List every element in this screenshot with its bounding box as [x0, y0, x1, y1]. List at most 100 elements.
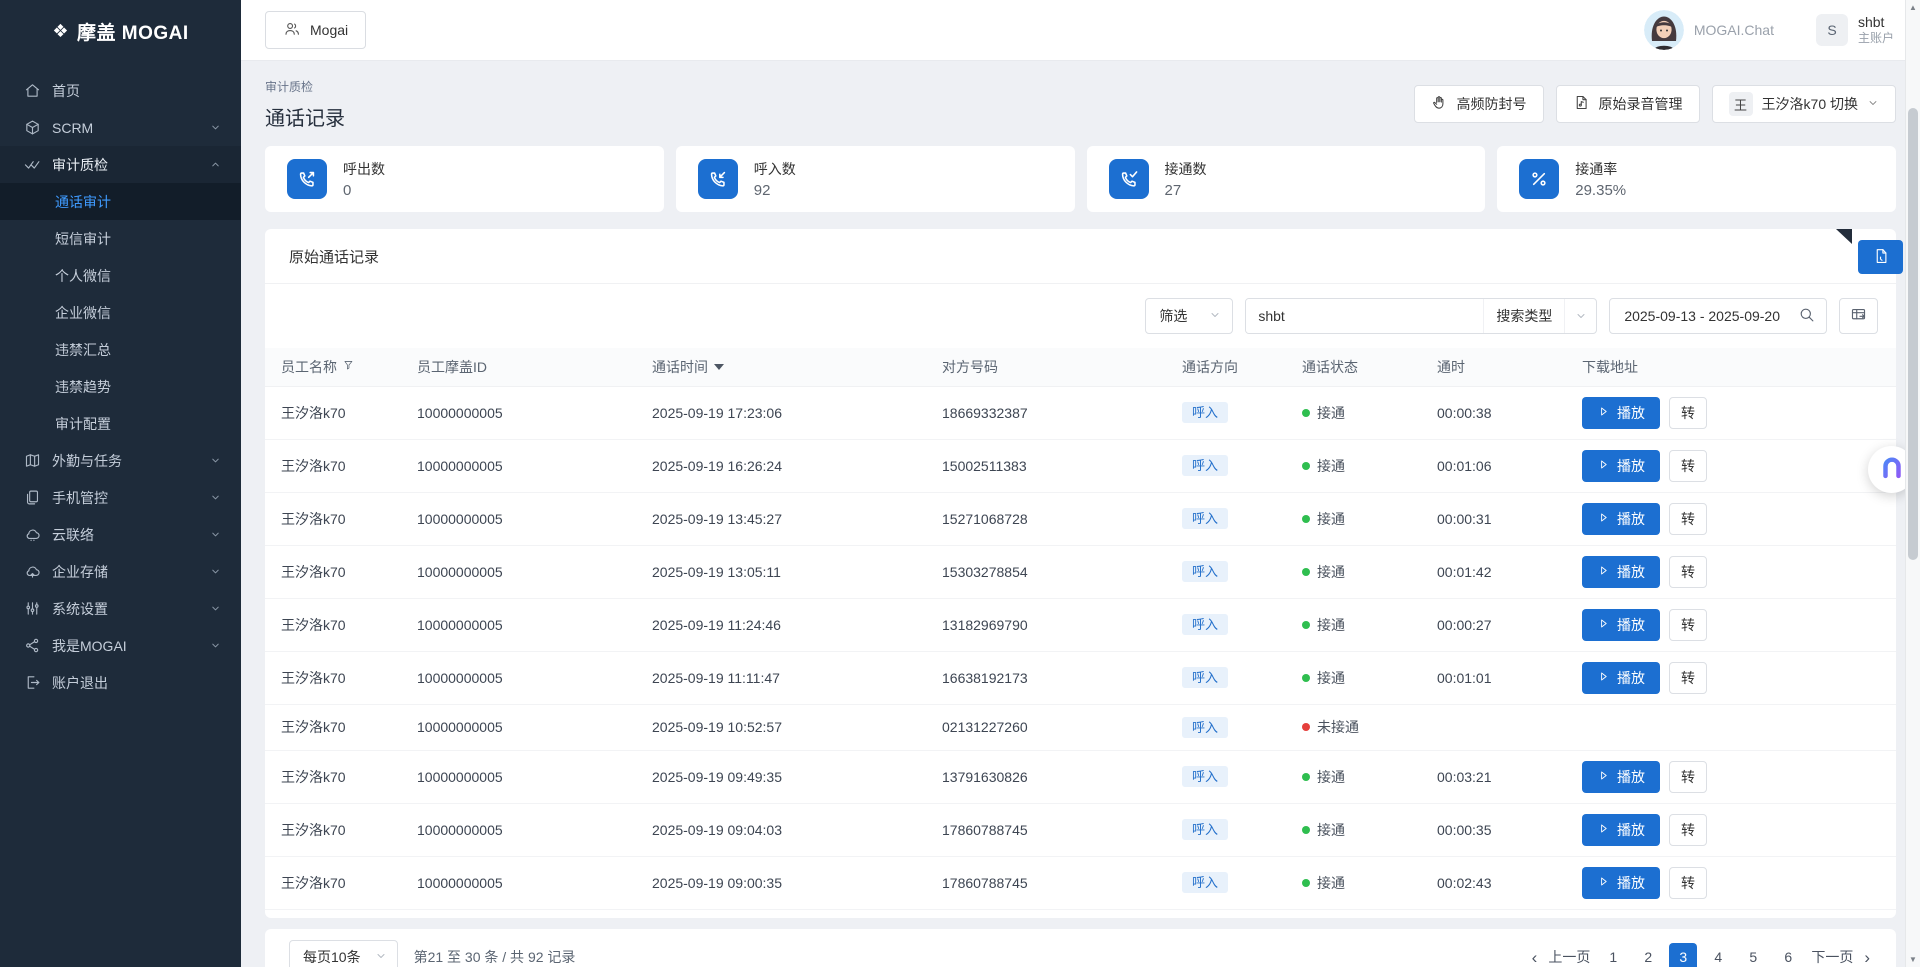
sort-caret-icon[interactable]: [714, 364, 724, 370]
filter-icon[interactable]: [343, 359, 356, 375]
action-label: 高频防封号: [1457, 94, 1527, 114]
column-header[interactable]: 通话时间: [640, 348, 930, 386]
play-button[interactable]: 播放: [1582, 450, 1660, 482]
sidebar-subitem[interactable]: 企业微信: [0, 294, 241, 331]
export-button[interactable]: [1858, 240, 1903, 274]
page-numbers: 123456: [1599, 943, 1802, 967]
sidebar-item-2[interactable]: SCRM: [0, 109, 241, 146]
call-time-cell: 2025-09-19 09:00:35: [640, 856, 930, 909]
transfer-button[interactable]: 转: [1669, 761, 1707, 793]
play-label: 播放: [1617, 615, 1645, 635]
filter-select[interactable]: 筛选: [1145, 298, 1233, 334]
play-button[interactable]: 播放: [1582, 397, 1660, 429]
page-number-button[interactable]: 1: [1599, 943, 1627, 967]
sidebar-item-5[interactable]: 手机管控: [0, 479, 241, 516]
status-label: 接通: [1317, 873, 1345, 893]
page-number-button[interactable]: 5: [1739, 943, 1767, 967]
phone-number-cell: 02131227260: [930, 704, 1170, 750]
table-row: 王汐洛k70100000000052025-09-19 11:24:461318…: [265, 598, 1896, 651]
action-button[interactable]: 原始录音管理: [1556, 85, 1700, 123]
transfer-button[interactable]: 转: [1669, 609, 1707, 641]
action-button[interactable]: 王王汐洛k70 切换: [1712, 85, 1896, 123]
sidebar-subitem[interactable]: 通话审计: [0, 183, 241, 220]
sidebar-subitem[interactable]: 违禁趋势: [0, 368, 241, 405]
play-button[interactable]: 播放: [1582, 867, 1660, 899]
search-input[interactable]: [1246, 299, 1483, 333]
transfer-button[interactable]: 转: [1669, 397, 1707, 429]
sidebar-subitem[interactable]: 审计配置: [0, 405, 241, 442]
play-button[interactable]: 播放: [1582, 761, 1660, 793]
sidebar-item-10[interactable]: 账户退出: [0, 664, 241, 701]
sidebar-subitem[interactable]: 个人微信: [0, 257, 241, 294]
page-number-button[interactable]: 2: [1634, 943, 1662, 967]
page-number-button[interactable]: 6: [1774, 943, 1802, 967]
page-head: 审计质检 通话记录 高频防封号原始录音管理王王汐洛k70 切换: [265, 75, 1896, 133]
table-row: 王汐洛k70100000000052025-09-19 16:26:241500…: [265, 439, 1896, 492]
transfer-button[interactable]: 转: [1669, 662, 1707, 694]
account[interactable]: S shbt 主账户: [1816, 14, 1894, 47]
status-badge: 未接通: [1302, 717, 1359, 737]
sidebar-item-1[interactable]: 首页: [0, 72, 241, 109]
play-button[interactable]: 播放: [1582, 556, 1660, 588]
page-size-select[interactable]: 每页10条: [289, 940, 398, 967]
next-page-button[interactable]: 下一页: [1809, 947, 1855, 967]
transfer-button[interactable]: 转: [1669, 503, 1707, 535]
sidebar-item-4[interactable]: 外勤与任务: [0, 442, 241, 479]
transfer-button[interactable]: 转: [1669, 450, 1707, 482]
next-arrow-icon[interactable]: ›: [1862, 949, 1872, 966]
action-button[interactable]: 高频防封号: [1414, 85, 1544, 123]
date-range-input[interactable]: 2025-09-13 - 2025-09-20: [1610, 308, 1786, 324]
sidebar-item-8[interactable]: 系统设置: [0, 590, 241, 627]
status-label: 接通: [1317, 615, 1345, 635]
sidebar-subitem[interactable]: 违禁汇总: [0, 331, 241, 368]
scroll-down-icon[interactable]: ▼: [1906, 955, 1920, 964]
column-header[interactable]: 员工名称: [265, 348, 405, 386]
call-time-cell: 2025-09-19 09:04:03: [640, 803, 930, 856]
search-button[interactable]: [1786, 299, 1826, 333]
transfer-button[interactable]: 转: [1669, 814, 1707, 846]
play-button[interactable]: 播放: [1582, 662, 1660, 694]
vertical-scrollbar[interactable]: ▲ ▼: [1905, 0, 1920, 967]
scrollbar-thumb[interactable]: [1908, 108, 1918, 560]
play-button[interactable]: 播放: [1582, 609, 1660, 641]
stat-card: 接通率29.35%: [1497, 146, 1896, 212]
sidebar-item-6[interactable]: 云联络: [0, 516, 241, 553]
logo-text: 摩盖 MOGAI: [77, 18, 189, 45]
workspace-button[interactable]: Mogai: [265, 11, 366, 49]
scroll-up-icon[interactable]: ▲: [1906, 3, 1920, 12]
stat-cards: 呼出数0呼入数92接通数27接通率29.35%: [265, 146, 1896, 212]
sidebar-item-label: SCRM: [52, 120, 199, 136]
column-label: 通话时间: [652, 357, 708, 377]
search-type-select[interactable]: 搜索类型: [1483, 299, 1564, 333]
avatar[interactable]: [1644, 10, 1684, 50]
download-cell: 播放转: [1570, 439, 1896, 492]
direction-tag: 呼入: [1182, 667, 1228, 688]
sidebar-item-7[interactable]: 企业存储: [0, 553, 241, 590]
chevron-down-icon: [210, 120, 221, 136]
transfer-button[interactable]: 转: [1669, 556, 1707, 588]
sidebar-item-9[interactable]: 我是MOGAI: [0, 627, 241, 664]
home-icon: [24, 82, 41, 99]
stat-label: 呼出数: [343, 159, 385, 179]
employee-id-cell: 10000000005: [405, 545, 640, 598]
status-label: 接通: [1317, 767, 1345, 787]
prev-page-button[interactable]: 上一页: [1546, 947, 1592, 967]
call-time-cell: 2025-09-19 16:26:24: [640, 439, 930, 492]
transfer-button[interactable]: 转: [1669, 867, 1707, 899]
page-number-button[interactable]: 4: [1704, 943, 1732, 967]
prev-arrow-icon[interactable]: ‹: [1530, 949, 1540, 966]
column-settings-button[interactable]: [1839, 298, 1878, 334]
sidebar: ❖ 摩盖 MOGAI 首页SCRM审计质检通话审计短信审计个人微信企业微信违禁汇…: [0, 0, 241, 967]
stat-value: 29.35%: [1575, 182, 1626, 199]
filter-row: 筛选 搜索类型 2025-09-13 - 2025-09-20: [265, 284, 1896, 348]
chevron-down-icon[interactable]: [1564, 299, 1596, 333]
action-label: 王汐洛k70 切换: [1762, 94, 1858, 114]
play-button[interactable]: 播放: [1582, 503, 1660, 535]
sidebar-item-3[interactable]: 审计质检: [0, 146, 241, 183]
sidebar-subitem[interactable]: 短信审计: [0, 220, 241, 257]
page-number-button[interactable]: 3: [1669, 943, 1697, 967]
play-button[interactable]: 播放: [1582, 814, 1660, 846]
status-dot-icon: [1302, 621, 1310, 629]
status-badge: 接通: [1302, 403, 1345, 423]
chevron-down-icon: [210, 564, 221, 580]
